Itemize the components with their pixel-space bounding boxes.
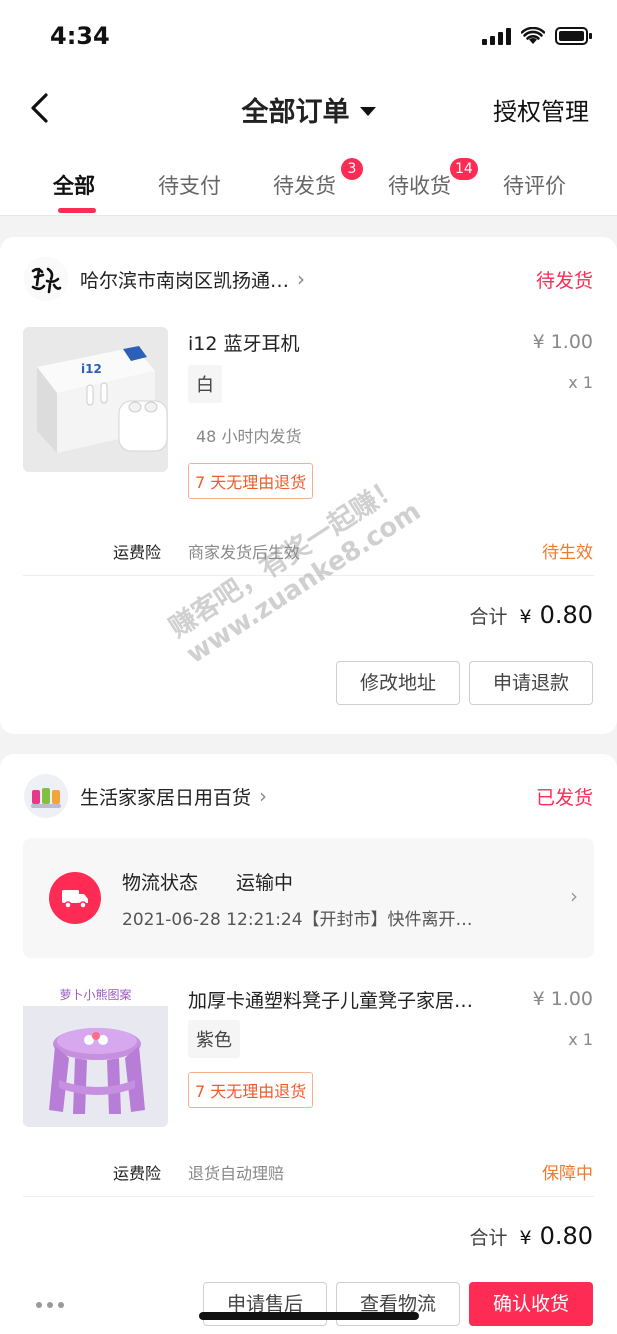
caret-down-icon: [359, 107, 376, 116]
order-total-label: 合计: [469, 606, 508, 628]
order-status: 已发货: [535, 786, 593, 809]
truck-icon: [49, 872, 101, 924]
product-title[interactable]: 加厚卡通塑料凳子儿童凳子家居…: [188, 986, 473, 1013]
freight-insurance-desc: 商家发货后生效: [188, 543, 301, 562]
tab-all-label: 全部: [53, 174, 95, 198]
order-total-amount: 0.80: [539, 601, 593, 629]
divider: [23, 1196, 594, 1197]
tab-pending-review-label: 待评价: [503, 174, 566, 198]
logistics-detail: 2021-06-28 12:21:24【开封市】快件离开…: [122, 910, 473, 930]
shop-row[interactable]: 生活家家居日用百货 › 已发货: [24, 774, 593, 818]
shop-name: 哈尔滨市南岗区凯扬通…: [80, 269, 290, 292]
divider: [23, 575, 594, 576]
wifi-icon: [521, 27, 545, 45]
battery-icon: [555, 26, 593, 46]
logistics-state: 运输中: [236, 872, 294, 894]
logistics-label: 物流状态: [122, 872, 199, 894]
home-indicator: [199, 1312, 419, 1320]
return-policy-tag: 7 天无理由退货: [188, 1072, 314, 1108]
tab-pending-shipment-label: 待发货: [273, 174, 336, 198]
shop-avatar: [24, 774, 68, 818]
product-spec: 紫色: [188, 1020, 240, 1058]
request-refund-button[interactable]: 申请退款: [469, 661, 593, 705]
modify-address-button[interactable]: 修改地址: [336, 661, 460, 705]
product-image[interactable]: 萝卜小熊图案: [23, 982, 168, 1127]
product-image[interactable]: i12: [23, 327, 168, 472]
order-tabs: 全部 待支付 待发货 3 待收货 14 待评价: [0, 142, 617, 216]
nav-bar: 全部订单 授权管理: [0, 76, 617, 142]
order-status: 待发货: [535, 269, 593, 292]
order-total-currency: ¥: [519, 1227, 532, 1249]
freight-insurance-status: 保障中: [542, 1164, 593, 1184]
shop-avatar: [24, 257, 68, 301]
confirm-receipt-button[interactable]: 确认收货: [469, 1282, 593, 1326]
freight-insurance-desc: 退货自动理赔: [188, 1164, 285, 1183]
tab-pending-payment[interactable]: 待支付: [158, 170, 221, 200]
product-price: ¥ 1.00: [532, 988, 593, 1010]
product-qty: x 1: [568, 1030, 593, 1049]
tab-pending-payment-label: 待支付: [158, 174, 221, 198]
freight-insurance-label: 运费险: [113, 543, 162, 562]
svg-text:i12: i12: [81, 362, 102, 376]
authorization-management-link[interactable]: 授权管理: [493, 92, 589, 127]
chevron-right-icon: ›: [570, 884, 578, 908]
tab-pending-shipment[interactable]: 待发货 3: [273, 158, 363, 200]
logistics-panel[interactable]: 物流状态 运输中 2021-06-28 12:21:24【开封市】快件离开… ›: [23, 838, 594, 958]
order-total-label: 合计: [469, 1227, 508, 1249]
chevron-right-icon: ›: [297, 267, 306, 291]
status-icons: [482, 26, 593, 46]
product-qty: x 1: [568, 373, 593, 392]
product-spec: 白: [188, 365, 222, 403]
freight-insurance-label: 运费险: [113, 1164, 162, 1183]
page-title-text: 全部订单: [241, 97, 350, 128]
product-price: ¥ 1.00: [532, 331, 593, 353]
product-image-caption: 萝卜小熊图案: [59, 988, 132, 1002]
status-bar: 4:34: [0, 0, 617, 76]
more-actions-button[interactable]: [36, 1302, 64, 1308]
order-total: 合计 ¥0.80: [469, 1222, 593, 1250]
freight-insurance-status: 待生效: [542, 543, 593, 563]
signal-icon: [482, 27, 511, 45]
tab-pending-review[interactable]: 待评价: [503, 170, 566, 200]
status-time: 4:34: [50, 22, 110, 50]
tab-pending-receipt[interactable]: 待收货 14: [388, 158, 478, 200]
order-card: 生活家家居日用百货 › 已发货 物流状态 运输中 2021-06-28 12:2…: [0, 754, 617, 1334]
return-policy-tag: 7 天无理由退货: [188, 463, 314, 499]
tab-all[interactable]: 全部: [53, 170, 95, 200]
pending-receipt-badge: 14: [450, 158, 478, 180]
tab-pending-receipt-label: 待收货: [388, 174, 451, 198]
product-title[interactable]: i12 蓝牙耳机: [188, 329, 300, 356]
shipping-note: 48 小时内发货: [196, 427, 302, 446]
order-total-amount: 0.80: [539, 1222, 593, 1250]
chevron-right-icon: ›: [259, 784, 268, 808]
active-tab-indicator: [58, 208, 96, 213]
order-total-currency: ¥: [519, 606, 532, 628]
shop-row[interactable]: 哈尔滨市南岗区凯扬通… › 待发货: [24, 257, 593, 301]
order-total: 合计 ¥0.80: [469, 601, 593, 629]
shop-name: 生活家家居日用百货: [80, 786, 252, 809]
pending-shipment-badge: 3: [341, 158, 363, 180]
order-card: 哈尔滨市南岗区凯扬通… › 待发货 i12 i12 蓝牙耳机 ¥ 1.00 白 …: [0, 237, 617, 734]
